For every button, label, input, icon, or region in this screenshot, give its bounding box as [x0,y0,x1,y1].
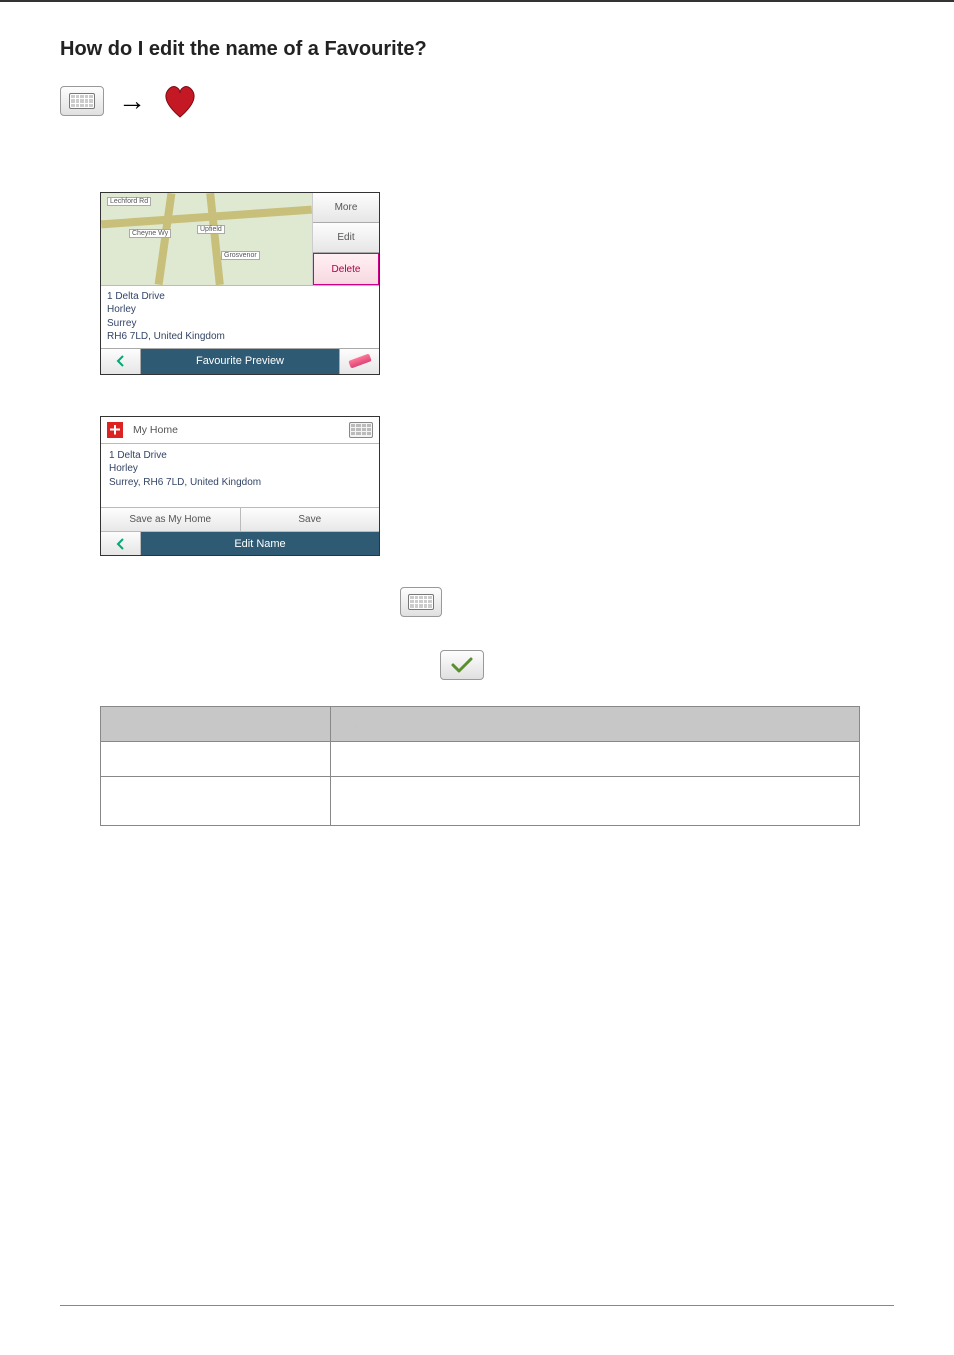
address-block: 1 Delta Drive Horley Surrey RH6 7LD, Uni… [101,285,379,348]
more-button[interactable]: More [313,193,379,223]
step-4-text: 4. After you have edited the Favourite n… [100,623,800,642]
address-line: RH6 7LD, United Kingdom [107,330,373,344]
instruction-table: If you want to ... Then ... save the Fav… [100,706,860,826]
road-label: Grosvenor [221,251,260,260]
page-title: How do I edit the name of a Favourite? [60,38,894,61]
address-line: Surrey [107,317,373,331]
map-preview: Lechford Rd Cheyne Wy Upfield Grosvenor [101,193,313,285]
save-as-home-button[interactable]: Save as My Home [101,508,240,531]
step-1-text: 1. Tap the Favourite you want to rename.… [100,159,800,178]
table-header: Then ... [331,706,860,741]
flag-icon [107,422,123,438]
table-cell: save the Favourite as My Home [101,741,331,776]
address-line: Horley [109,462,371,476]
nav-breadcrumb: → [60,83,894,119]
back-button[interactable] [101,349,141,374]
edit-name-screenshot: My Home 1 Delta Drive Horley Surrey, RH6… [100,416,380,557]
keyboard-button-icon[interactable] [400,587,442,617]
screen-title: Favourite Preview [141,349,339,374]
save-button[interactable]: Save [240,508,380,531]
arrow-right-icon: → [118,85,146,117]
screen-title: Edit Name [141,532,379,555]
back-button[interactable] [101,532,141,555]
address-line: 1 Delta Drive [107,290,373,304]
table-cell: save the Favourite with a different name [101,776,331,825]
address-line: Horley [107,303,373,317]
table-cell: tap Save. [331,776,860,825]
ok-checkmark-button[interactable] [440,650,484,680]
eraser-icon[interactable] [339,349,379,374]
favourites-heart-icon[interactable] [160,83,200,119]
preview-sidebar: More Edit Delete [313,193,379,285]
road-label: Upfield [197,225,225,234]
favourite-preview-screenshot: Lechford Rd Cheyne Wy Upfield Grosvenor … [100,192,380,375]
page-footer-rule [60,1305,894,1325]
address-line: 1 Delta Drive [109,449,371,463]
address-block: 1 Delta Drive Horley Surrey, RH6 7LD, Un… [101,444,379,508]
table-header: If you want to ... [101,706,331,741]
table-cell: tap Save as My Home. [331,741,860,776]
name-input[interactable]: My Home [129,422,343,438]
main-menu-icon[interactable] [60,86,104,116]
edit-button[interactable]: Edit [313,223,379,253]
keyboard-toggle-icon[interactable] [349,422,373,438]
table-row: save the Favourite as My Home tap Save a… [101,741,860,776]
keyboard-icon [69,93,95,109]
table-row: save the Favourite with a different name… [101,776,860,825]
delete-button[interactable]: Delete [313,253,379,284]
address-line: Surrey, RH6 7LD, United Kingdom [109,476,371,490]
step-3-text: 3. To edit the name, tap . [100,566,800,585]
road-label: Lechford Rd [107,197,151,206]
page-container: How do I edit the name of a Favourite? →… [0,0,954,1355]
road-label: Cheyne Wy [129,229,171,238]
table-header-row: If you want to ... Then ... [101,706,860,741]
step-2-text: 2. Tap Edit. The Edit Name screen will d… [100,383,800,402]
